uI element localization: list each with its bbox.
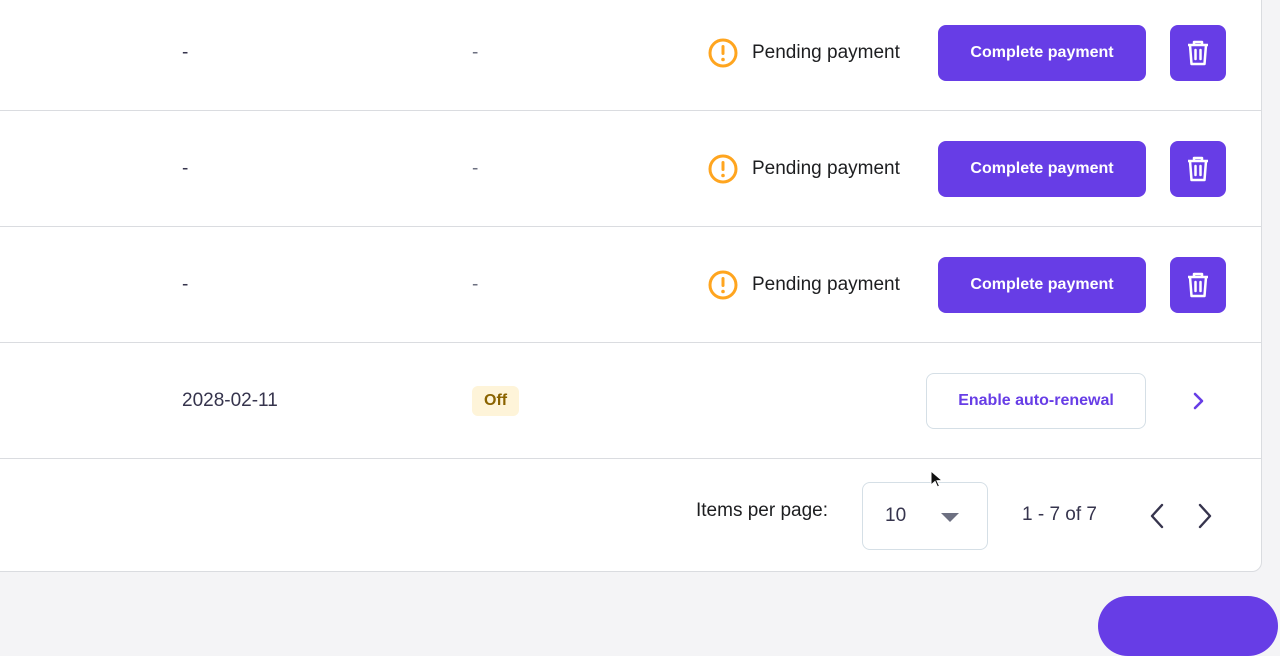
- next-page-button[interactable]: [1193, 502, 1217, 530]
- chevron-right-icon: [1198, 503, 1212, 529]
- cell-date: 2028-02-11: [182, 389, 278, 411]
- cell-auto-renewal: -: [472, 41, 479, 63]
- auto-renewal-badge: Off: [472, 385, 520, 416]
- caret-down-icon: [941, 513, 959, 522]
- chevron-right-icon[interactable]: [1186, 389, 1210, 413]
- table-row: - - Pending payment Complete payment: [0, 227, 1261, 343]
- pagination: Items per page: 10 1 - 7 of 7: [0, 460, 1261, 570]
- table-row: 2028-02-11 Off Enable auto-renewal: [0, 343, 1261, 459]
- status-label: Pending payment: [752, 273, 900, 295]
- complete-payment-button[interactable]: Complete payment: [938, 140, 1146, 197]
- chevron-left-icon: [1150, 503, 1164, 529]
- status-label: Pending payment: [752, 157, 900, 179]
- floating-action-button[interactable]: [1098, 596, 1278, 656]
- delete-button[interactable]: [1170, 140, 1226, 197]
- warning-circle-icon: [708, 38, 738, 68]
- delete-button[interactable]: [1170, 24, 1226, 81]
- complete-payment-button[interactable]: Complete payment: [938, 24, 1146, 81]
- status: Pending payment: [708, 0, 900, 110]
- warning-circle-icon: [708, 270, 738, 300]
- trash-icon: [1188, 272, 1208, 297]
- complete-payment-button[interactable]: Complete payment: [938, 256, 1146, 313]
- enable-auto-renewal-button[interactable]: Enable auto-renewal: [926, 372, 1146, 429]
- items-per-page-label: Items per page:: [696, 500, 829, 521]
- items-per-page-select[interactable]: 10: [862, 482, 988, 550]
- trash-icon: [1188, 156, 1208, 181]
- mouse-cursor-icon: [930, 470, 944, 488]
- cell-date: -: [182, 41, 189, 63]
- previous-page-button[interactable]: [1145, 502, 1169, 530]
- cell-date: -: [182, 157, 189, 179]
- page-range: 1 - 7 of 7: [1022, 504, 1097, 525]
- cell-auto-renewal: -: [472, 157, 479, 179]
- warning-circle-icon: [708, 154, 738, 184]
- status: Pending payment: [708, 111, 900, 226]
- status: Pending payment: [708, 227, 900, 342]
- cell-date: -: [182, 273, 189, 295]
- delete-button[interactable]: [1170, 256, 1226, 313]
- cell-auto-renewal: -: [472, 273, 479, 295]
- status-label: Pending payment: [752, 41, 900, 63]
- table-row: - - Pending payment Complete payment: [0, 111, 1261, 227]
- items-per-page-value: 10: [885, 505, 907, 526]
- table-row: - - Pending payment Complete payment: [0, 0, 1261, 111]
- trash-icon: [1188, 40, 1208, 65]
